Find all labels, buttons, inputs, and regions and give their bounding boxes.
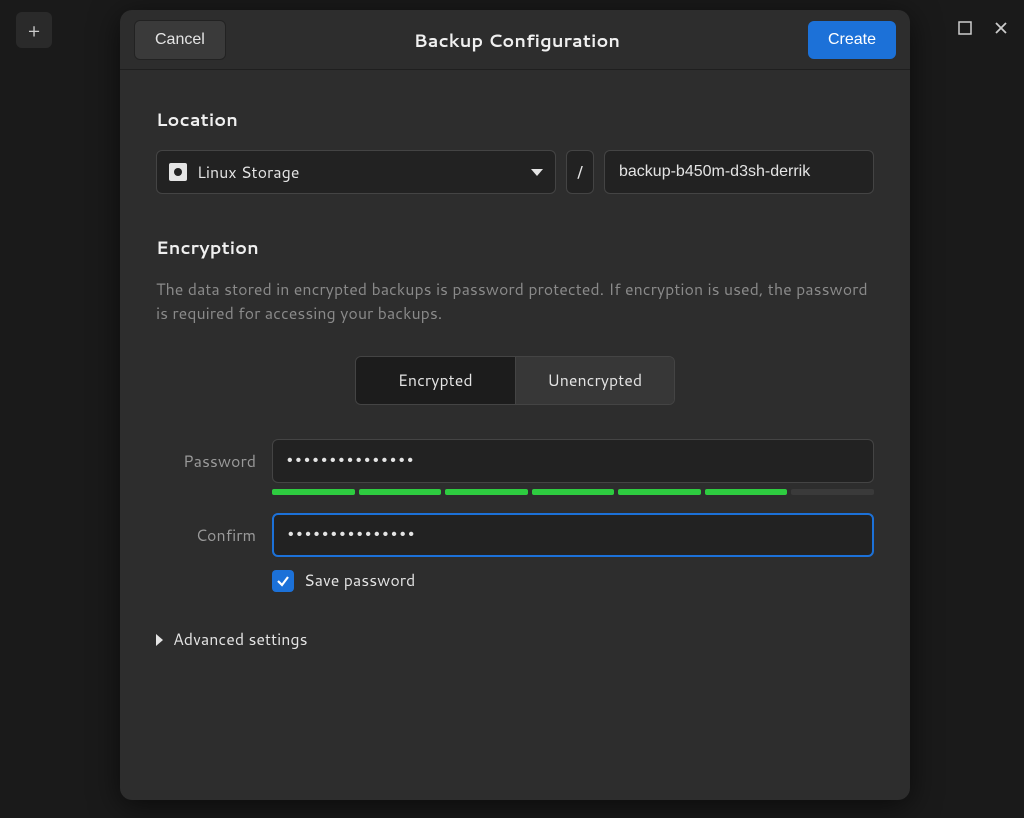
save-password-checkbox[interactable] — [272, 570, 294, 592]
window-controls — [958, 20, 1008, 40]
strength-segment — [618, 489, 701, 495]
disk-icon — [169, 163, 187, 181]
strength-segment — [272, 489, 355, 495]
close-icon[interactable] — [994, 20, 1008, 40]
password-label: Password — [156, 450, 256, 473]
check-icon — [276, 574, 290, 588]
add-button[interactable]: + — [16, 12, 52, 48]
advanced-settings-label: Advanced settings — [173, 628, 308, 651]
storage-select[interactable]: Linux Storage — [156, 150, 556, 194]
password-row: Password — [156, 439, 874, 483]
encryption-toggle: Encrypted Unencrypted — [355, 356, 675, 405]
path-separator: / — [566, 150, 594, 194]
strength-segment — [445, 489, 528, 495]
save-password-label: Save password — [304, 569, 415, 592]
save-password-row: Save password — [272, 569, 874, 592]
strength-segment — [359, 489, 442, 495]
storage-name: Linux Storage — [197, 161, 531, 184]
encryption-description: The data stored in encrypted backups is … — [156, 278, 874, 326]
path-input[interactable] — [604, 150, 874, 194]
strength-segment — [532, 489, 615, 495]
encrypted-toggle[interactable]: Encrypted — [356, 357, 516, 404]
location-row: Linux Storage / — [156, 150, 874, 194]
dialog-header: Cancel Backup Configuration Create — [120, 10, 910, 70]
confirm-input[interactable] — [272, 513, 874, 557]
cancel-button[interactable]: Cancel — [134, 20, 226, 60]
confirm-row: Confirm — [156, 513, 874, 557]
confirm-label: Confirm — [156, 524, 256, 547]
strength-segment — [791, 489, 874, 495]
password-strength-bar — [272, 489, 874, 495]
chevron-right-icon — [156, 634, 163, 646]
encryption-label: Encryption — [156, 234, 874, 260]
password-input[interactable] — [272, 439, 874, 483]
unencrypted-toggle[interactable]: Unencrypted — [516, 357, 675, 404]
dialog-body: Location Linux Storage / Encryption The … — [120, 70, 910, 687]
dialog-title: Backup Configuration — [414, 27, 620, 53]
plus-icon: + — [28, 17, 40, 43]
location-label: Location — [156, 106, 874, 132]
chevron-down-icon — [531, 169, 543, 176]
advanced-settings-toggle[interactable]: Advanced settings — [156, 628, 874, 651]
create-button[interactable]: Create — [808, 21, 896, 59]
backup-config-dialog: Cancel Backup Configuration Create Locat… — [120, 10, 910, 800]
maximize-icon[interactable] — [958, 20, 972, 40]
strength-segment — [705, 489, 788, 495]
